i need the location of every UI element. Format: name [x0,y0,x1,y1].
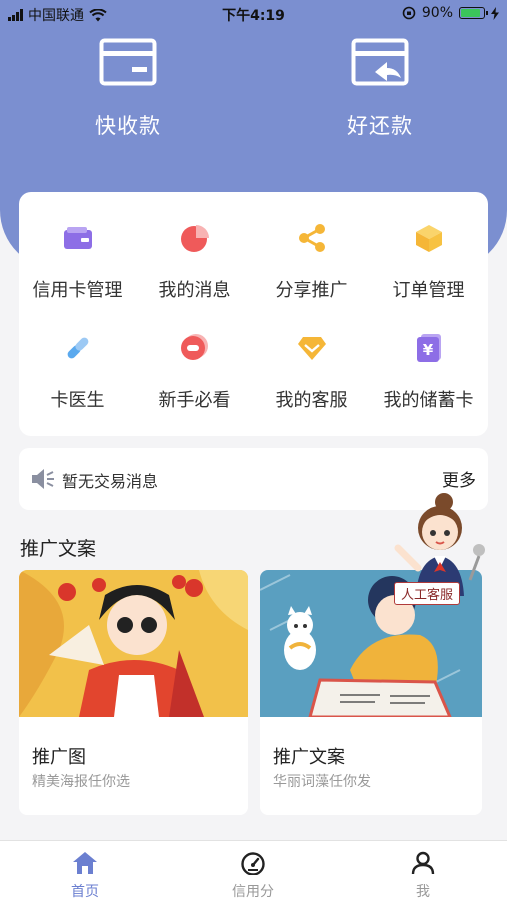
home-icon [73,852,97,874]
promo-card-poster[interactable]: 推广图 精美海报任你选 [19,570,248,815]
cube-icon [415,225,442,252]
bottom-tab-bar: 首页 信用分 我 [0,840,507,900]
card-return-icon [351,38,409,86]
quick-receive-button[interactable]: 快收款 [48,38,208,140]
tab-me[interactable]: 我 [383,851,463,900]
grid-item-share[interactable]: 分享推广 [253,220,370,302]
promo-subtitle: 华丽词藻任你发 [273,774,371,790]
battery-fill [461,9,480,17]
user-icon [411,851,435,875]
gauge-icon [241,852,265,876]
tab-label: 首页 [71,884,99,900]
diamond-icon [297,337,326,360]
tab-home[interactable]: 首页 [45,851,125,900]
section-title: 推广文案 [20,538,97,560]
customer-service-badge[interactable]: 人工客服 [394,582,461,605]
link-icon [67,337,88,359]
tab-credit-score[interactable]: 信用分 [213,851,293,900]
wallet-icon [63,227,92,249]
grid-item-beginner-guide[interactable]: 新手必看 [136,330,253,412]
grid-item-debit-card[interactable]: ¥ 我的储蓄卡 [370,330,487,412]
yuan-card-icon: ¥ [416,334,441,362]
poster-illustration [19,570,248,717]
grid-item-customer-service[interactable]: 我的客服 [253,330,370,412]
battery-percent: 90% [421,5,453,21]
quick-repay-button[interactable]: 好还款 [300,38,460,140]
pie-chart-icon [180,225,209,252]
feature-grid: 信用卡管理 我的消息 分享推广 订单管理 卡医生 新手必看 我的客服 ¥ 我的储… [19,192,488,436]
tab-label: 信用分 [232,884,274,900]
promo-subtitle: 精美海报任你选 [32,774,130,790]
promo-title: 推广图 [32,747,86,768]
customer-service-mascot-icon[interactable] [388,488,488,596]
status-bar: 中国联通 下午4:19 90% [0,0,507,28]
speaker-icon [32,469,54,489]
quick-receive-label: 快收款 [95,114,161,138]
tab-label: 我 [416,884,430,900]
charging-icon [491,6,499,20]
battery-icon [459,7,488,19]
grid-item-messages[interactable]: 我的消息 [136,220,253,302]
promo-card-copywriting[interactable]: 推广文案 华丽词藻任你发 [260,570,482,815]
card-icon [99,38,157,86]
grid-item-orders[interactable]: 订单管理 [370,220,487,302]
grid-item-card-doctor[interactable]: 卡医生 [19,330,136,412]
svg-text:¥: ¥ [422,341,433,359]
quick-repay-label: 好还款 [347,114,413,138]
share-icon [298,224,325,252]
orientation-lock-icon [402,6,416,20]
notice-message: 暂无交易消息 [62,472,159,491]
grid-item-credit-card[interactable]: 信用卡管理 [19,220,136,302]
helmet-icon [180,334,208,360]
promo-title: 推广文案 [273,747,345,768]
